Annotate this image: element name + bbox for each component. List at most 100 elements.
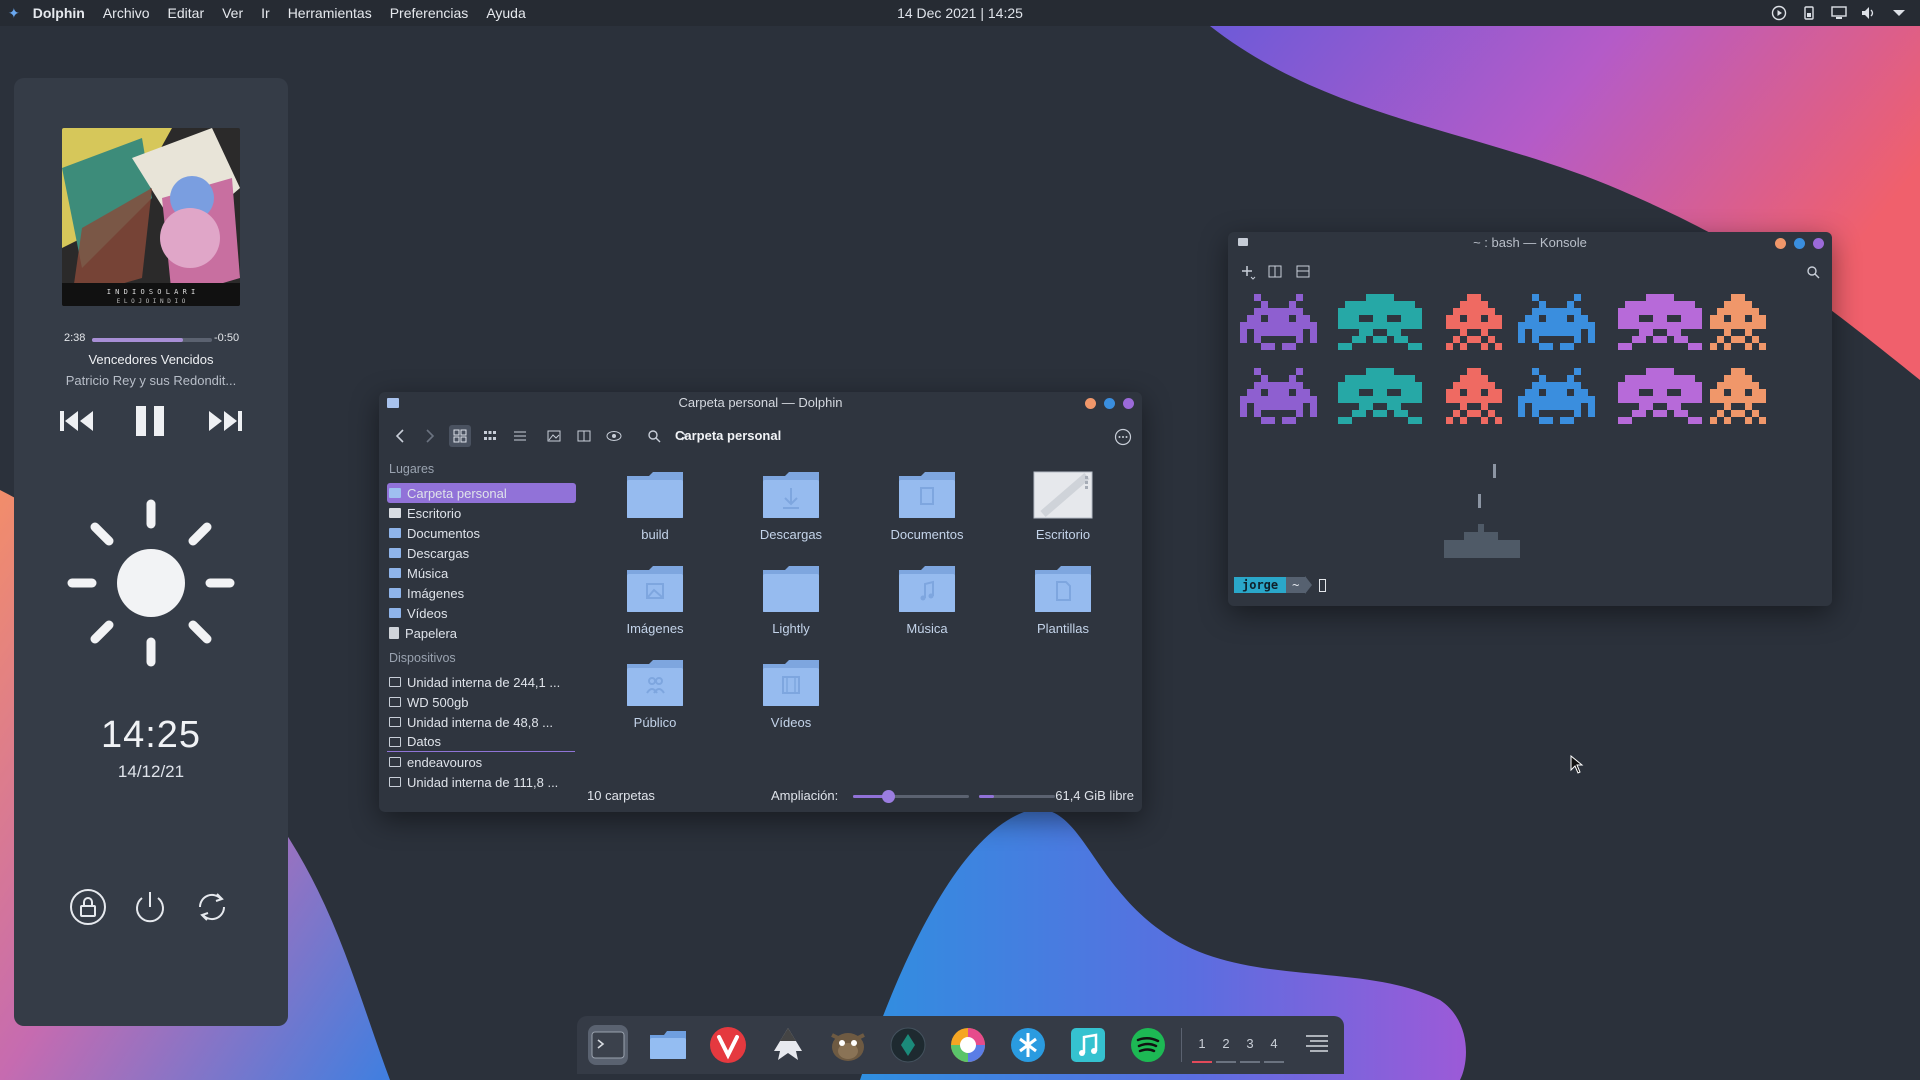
folder-escritorio[interactable]: Escritorio [1003,468,1123,542]
chevron-down-icon[interactable] [1890,4,1908,22]
power-icon[interactable] [131,888,169,926]
split-view-icon[interactable] [1268,265,1282,284]
device-item[interactable]: WD 500gb [387,692,587,712]
device-item[interactable]: Datos [387,732,575,752]
invader-pixel [1653,294,1660,301]
menu-herramientas[interactable]: Herramientas [279,5,381,21]
place-papelera[interactable]: Papelera [387,623,587,643]
invader-pixel [1303,389,1310,396]
folder-lightly[interactable]: Lightly [731,562,851,636]
kdeconnect-icon[interactable] [1008,1025,1048,1065]
maximize-button[interactable] [1794,238,1805,249]
terminal-icon[interactable] [588,1025,628,1065]
place-carpeta-personal[interactable]: Carpeta personal [387,483,576,503]
maximize-button[interactable] [1104,398,1115,409]
preview-icon[interactable] [543,425,565,447]
restart-icon[interactable] [193,888,231,926]
invader-pixel [1366,396,1373,403]
device-item[interactable]: Unidad interna de 111,8 ... [387,772,587,792]
next-track-icon[interactable] [206,408,242,439]
forward-icon[interactable] [419,425,441,447]
files-icon[interactable] [648,1025,688,1065]
close-button[interactable] [1813,238,1824,249]
volume-icon[interactable] [1860,4,1878,22]
invader-pixel [1653,301,1660,308]
place-escritorio[interactable]: Escritorio [387,503,587,523]
pause-icon[interactable] [134,406,166,441]
spotify-icon[interactable] [1128,1025,1168,1065]
device-item[interactable]: endeavouros [387,752,587,772]
split-horizontal-icon[interactable] [1296,265,1310,284]
network-icon[interactable] [1830,4,1848,22]
track-progress[interactable] [92,338,212,342]
kde-logo-icon[interactable]: ✦ [6,5,24,22]
menu-preferencias[interactable]: Preferencias [381,5,478,21]
place-descargas[interactable]: Descargas [387,543,587,563]
music-icon[interactable] [1068,1025,1108,1065]
color-picker-icon[interactable] [948,1025,988,1065]
invader-pixel [1574,382,1581,389]
zoom-slider[interactable] [853,790,969,803]
more-options-icon[interactable] [1114,428,1132,451]
details-view-icon[interactable] [509,425,531,447]
invader-pixel [1646,294,1653,301]
compact-view-icon[interactable] [479,425,501,447]
place-musica[interactable]: Música [387,563,587,583]
workspace-1[interactable]: 1 [1192,1036,1212,1063]
battery-icon[interactable] [1800,4,1818,22]
invader-pixel [1401,336,1408,343]
menu-archivo[interactable]: Archivo [94,5,159,21]
kleopatra-icon[interactable] [888,1025,928,1065]
invader-pixel [1625,308,1632,315]
app-name[interactable]: Dolphin [24,5,94,21]
folder-musica[interactable]: Música [867,562,987,636]
icons-view-icon[interactable] [449,425,471,447]
invader-pixel [1653,389,1660,396]
folder-imagenes[interactable]: Imágenes [595,562,715,636]
place-videos[interactable]: Vídeos [387,603,587,623]
missile [1478,494,1481,508]
folder-documentos[interactable]: Documentos [867,468,987,542]
back-icon[interactable] [389,425,411,447]
minimize-button[interactable] [1775,238,1786,249]
device-item[interactable]: Unidad interna de 244,1 ... [387,672,587,692]
vivaldi-icon[interactable] [708,1025,748,1065]
search-icon[interactable] [643,425,665,447]
media-play-icon[interactable] [1770,4,1788,22]
workspace-2[interactable]: 2 [1216,1036,1236,1063]
folder-publico[interactable]: Público [595,656,715,730]
menu-ir[interactable]: Ir [252,5,279,21]
gimp-icon[interactable] [828,1025,868,1065]
drive-icon [389,697,401,707]
close-button[interactable] [1123,398,1134,409]
menu-lines-icon[interactable] [1305,1033,1329,1060]
invader-pixel [1268,315,1275,322]
workspace-4[interactable]: 4 [1264,1036,1284,1063]
place-imagenes[interactable]: Imágenes [387,583,587,603]
lock-icon[interactable] [69,888,107,926]
menu-editar[interactable]: Editar [159,5,214,21]
previous-track-icon[interactable] [60,408,96,439]
minimize-button[interactable] [1085,398,1096,409]
invader-pixel [1352,315,1359,322]
search-icon[interactable] [1806,265,1820,284]
workspace-3[interactable]: 3 [1240,1036,1260,1063]
invader-pixel [1724,329,1731,336]
split-view-icon[interactable] [573,425,595,447]
folder-videos[interactable]: Vídeos [731,656,851,730]
menu-ver[interactable]: Ver [213,5,252,21]
invader-pixel [1282,396,1289,403]
place-documentos[interactable]: Documentos [387,523,587,543]
shell-prompt[interactable]: jorge ~ [1234,576,1327,594]
show-hidden-icon[interactable] [603,425,625,447]
invader-pixel [1731,301,1738,308]
new-tab-icon[interactable] [1240,264,1256,285]
folder-build[interactable]: build [595,468,715,542]
inkscape-icon[interactable] [768,1025,808,1065]
menu-ayuda[interactable]: Ayuda [477,5,534,21]
folder-descargas[interactable]: Descargas [731,468,851,542]
device-item[interactable]: Unidad interna de 48,8 ... [387,712,587,732]
breadcrumb[interactable]: Carpeta personal [675,428,781,443]
zoom-slider-handle[interactable] [881,790,895,803]
folder-plantillas[interactable]: Plantillas [1003,562,1123,636]
